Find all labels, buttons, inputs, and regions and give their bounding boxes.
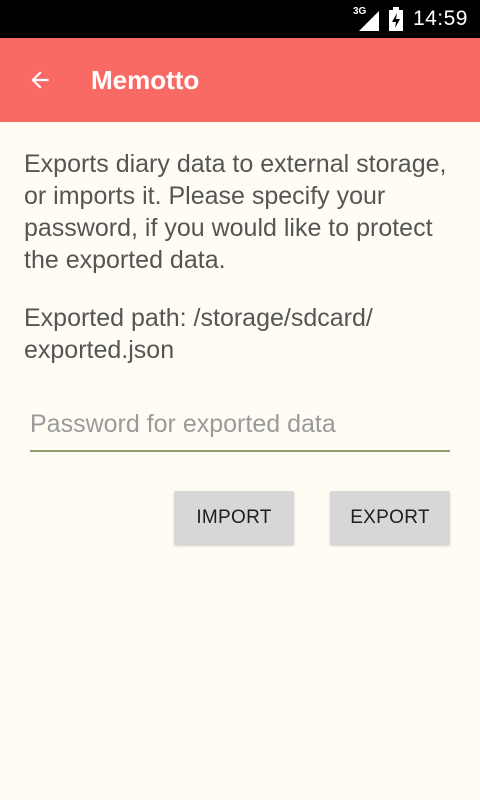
description-text: Exports diary data to external storage, … xyxy=(24,150,447,274)
battery-icon xyxy=(388,7,403,31)
main-content: Exports diary data to external storage, … xyxy=(24,148,456,366)
status-icons: 3G 14:59 xyxy=(353,0,468,38)
exported-path-text: Exported path: /storage/sdcard/​exported… xyxy=(24,304,373,364)
status-bar: 3G 14:59 xyxy=(0,0,480,38)
import-button[interactable]: IMPORT xyxy=(174,491,294,545)
back-button[interactable] xyxy=(16,56,64,104)
password-input[interactable] xyxy=(30,398,450,452)
network-indicator: 3G xyxy=(353,7,379,31)
app-title: Memotto xyxy=(91,65,200,95)
app-bar: Memotto xyxy=(0,38,480,122)
arrow-back-icon xyxy=(31,71,49,89)
export-button[interactable]: EXPORT xyxy=(330,491,450,545)
signal-icon xyxy=(358,11,379,31)
clock: 14:59 xyxy=(412,7,468,30)
